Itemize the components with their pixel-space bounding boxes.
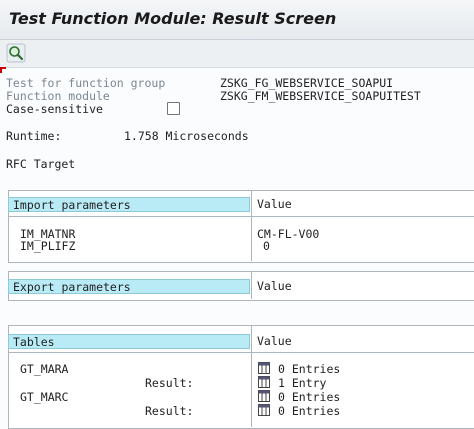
table-entries[interactable]: 0 Entries (278, 390, 340, 404)
import-parameters-header: Import parameters (8, 197, 250, 212)
param-value: 0 (263, 239, 270, 253)
page-title: Test Function Module: Result Screen (9, 9, 337, 28)
divider (8, 352, 474, 353)
title-bar: Test Function Module: Result Screen (0, 0, 474, 40)
divider (251, 190, 252, 261)
tables-header: Tables (8, 334, 250, 349)
case-sensitive-label: Case-sensitive (6, 102, 103, 116)
table-entries[interactable]: 0 Entries (278, 362, 340, 376)
table-name: GT_MARA (20, 362, 69, 376)
result-label: Result: (145, 404, 194, 418)
table-icon[interactable] (258, 376, 270, 388)
runtime-value: 1.758 Microseconds (124, 129, 249, 143)
toolbar (0, 40, 474, 68)
table-icon[interactable] (258, 390, 270, 402)
case-sensitive-checkbox[interactable] (167, 102, 180, 115)
result-entries[interactable]: 1 Entry (278, 376, 326, 390)
table-icon[interactable] (258, 362, 270, 374)
import-value-header: Value (257, 197, 292, 211)
rfc-target-label: RFC Target (6, 157, 76, 171)
result-label: Result: (145, 376, 194, 390)
focus-marker (0, 67, 6, 73)
function-group-label: Test for function group (6, 76, 166, 90)
export-value-header: Value (257, 279, 292, 293)
tables-value-header: Value (257, 334, 292, 348)
divider (251, 271, 252, 299)
table-name: GT_MARC (20, 390, 69, 404)
export-parameters-header: Export parameters (8, 279, 250, 294)
table-icon[interactable] (258, 404, 270, 416)
divider (8, 216, 474, 217)
param-name: IM_PLIFZ (20, 239, 76, 253)
runtime-label: Runtime: (6, 129, 62, 143)
function-module-value: ZSKG_FM_WEBSERVICE_SOAPUITEST (220, 89, 421, 103)
result-entries[interactable]: 0 Entries (278, 404, 340, 418)
function-group-value: ZSKG_FG_WEBSERVICE_SOAPUI (220, 76, 394, 90)
divider (251, 325, 252, 427)
magnifier-icon[interactable] (6, 43, 26, 63)
function-module-label: Function module (6, 89, 110, 103)
